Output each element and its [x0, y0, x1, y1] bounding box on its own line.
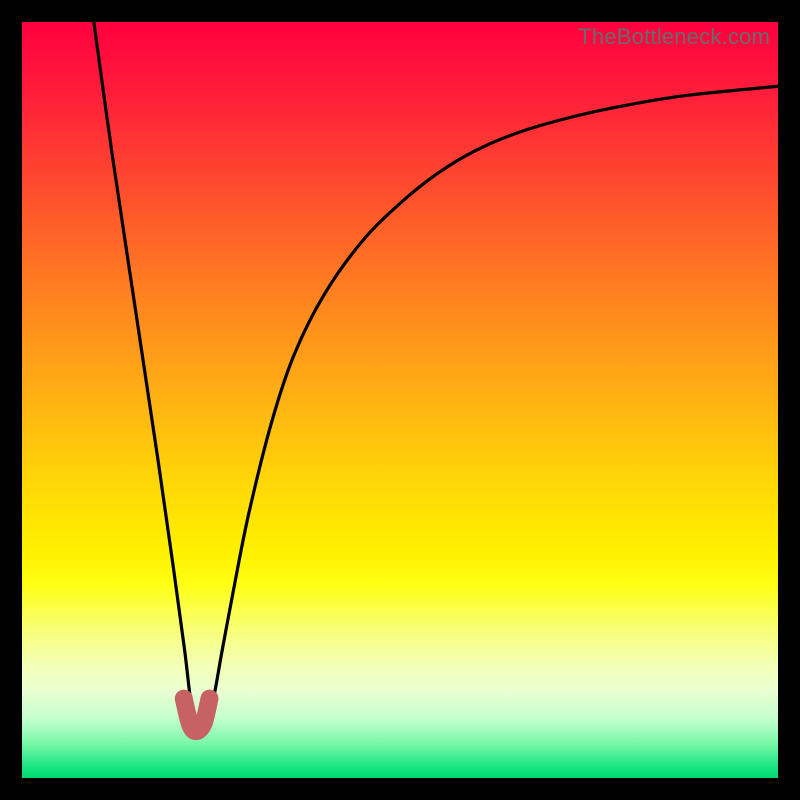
bottleneck-chart-svg — [22, 22, 778, 778]
plot-area: TheBottleneck.com — [22, 22, 778, 778]
chart-frame: TheBottleneck.com — [0, 0, 800, 800]
gradient-background — [22, 22, 778, 778]
